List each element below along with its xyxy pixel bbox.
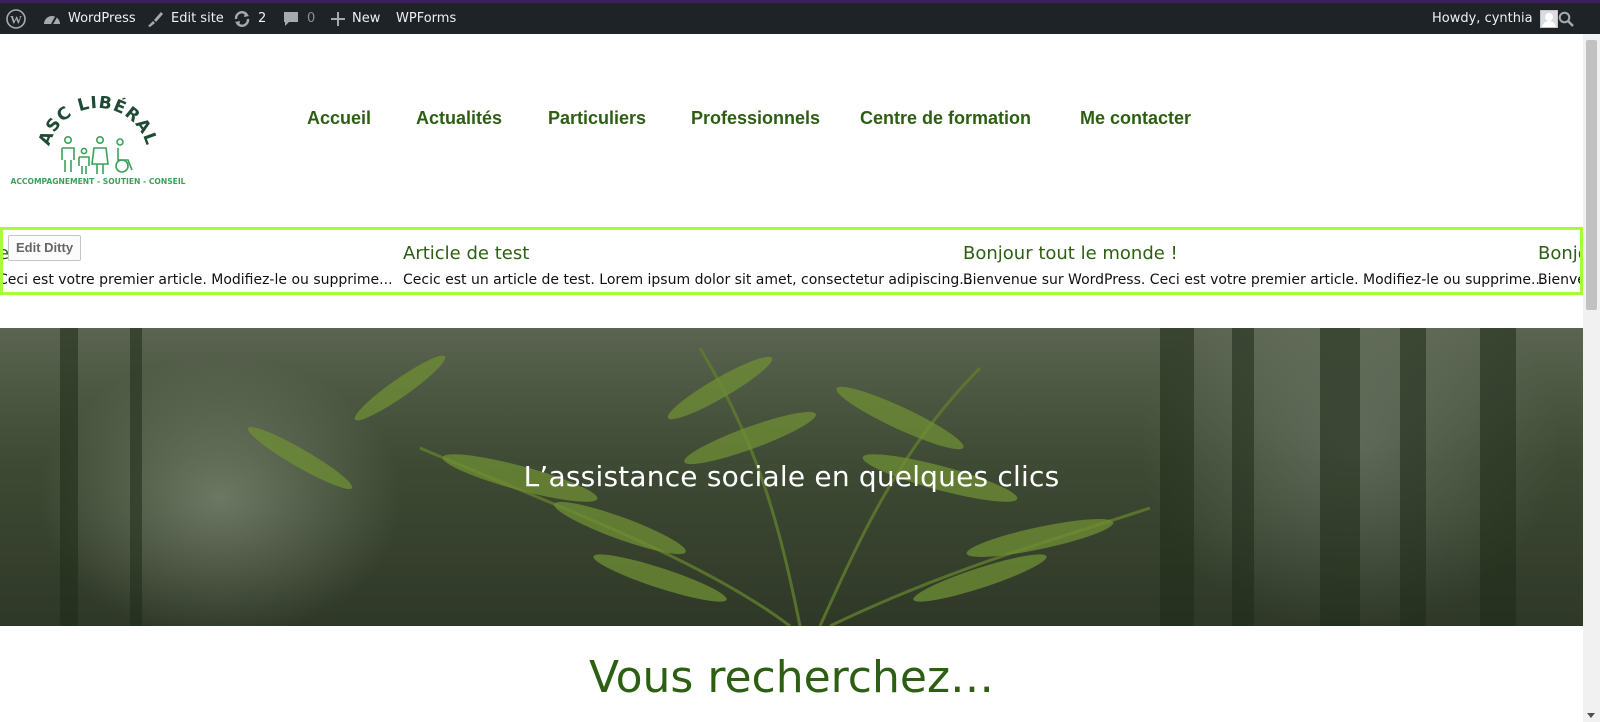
avatar — [1539, 9, 1558, 28]
ticker-item-title[interactable]: Bonjo — [1538, 243, 1580, 264]
ticker-item-excerpt: Cecic est un article de test. Lorem ipsu… — [403, 272, 973, 288]
updates-link[interactable]: 2 — [233, 3, 266, 34]
svg-text:ASC LIBÉRAL: ASC LIBÉRAL — [35, 96, 161, 148]
nav-item-actualites[interactable]: Actualités — [416, 108, 502, 129]
comments-link[interactable]: 0 — [282, 3, 315, 34]
section-title: Vous recherchez… — [588, 652, 995, 703]
new-content-link[interactable]: New — [331, 3, 380, 34]
edit-ditty-button[interactable]: Edit Ditty — [8, 235, 82, 261]
scrollbar-thumb[interactable] — [1586, 40, 1597, 310]
comments-count: 0 — [307, 11, 316, 26]
comment-icon — [282, 10, 300, 28]
wordpress-logo-icon: W — [6, 8, 26, 29]
updates-count: 2 — [258, 11, 267, 26]
wpforms-link[interactable]: WPForms — [396, 3, 456, 34]
ticker-item-excerpt: Bienvenue sur WordPress. Ceci est votre … — [963, 272, 1545, 288]
logo-tagline: ACCOMPAGNEMENT - SOUTIEN - CONSEIL — [10, 177, 185, 186]
wpforms-label: WPForms — [396, 11, 457, 26]
updates-icon — [233, 10, 251, 28]
wordpress-logo-button[interactable]: W — [6, 3, 26, 34]
nav-item-particuliers[interactable]: Particuliers — [548, 108, 646, 129]
howdy-label: Howdy, cynthia — [1432, 11, 1533, 26]
dashboard-icon — [43, 11, 61, 27]
scroll-down-arrow-icon[interactable] — [1587, 713, 1595, 718]
site-logo[interactable]: ASC LIBÉRAL ACCOMPAGNEMENT - SOUTIEN - C… — [10, 93, 186, 188]
ticker-item-excerpt: Ceci est votre premier article. Modifiez… — [0, 272, 393, 288]
admin-bar: W WordPress Edit site 2 0 New WPForms Ho — [0, 0, 1600, 34]
svg-text:W: W — [10, 12, 22, 26]
new-label: New — [352, 11, 381, 26]
nav-item-me-contacter[interactable]: Me contacter — [1080, 108, 1191, 129]
nav-item-professionnels[interactable]: Professionnels — [691, 108, 820, 129]
asc-liberal-logo: ASC LIBÉRAL ACCOMPAGNEMENT - SOUTIEN - C… — [10, 93, 185, 186]
site-name-label: WordPress — [68, 11, 136, 26]
edit-site-link[interactable]: Edit site — [146, 3, 224, 34]
ditty-ticker: Edit Ditty e ! Ceci est votre premier ar… — [0, 227, 1583, 295]
edit-site-label: Edit site — [171, 11, 224, 26]
site-name-link[interactable]: WordPress — [43, 3, 136, 34]
admin-search-button[interactable] — [1558, 3, 1574, 34]
brush-icon — [146, 10, 164, 28]
family-figures-icon — [61, 135, 133, 174]
nav-item-centre-de-formation[interactable]: Centre de formation — [860, 108, 1031, 129]
hero-title: L’assistance sociale en quelques clics — [523, 460, 1060, 493]
ticker-item-title[interactable]: Bonjour tout le monde ! — [963, 243, 1178, 264]
hero-banner: L’assistance sociale en quelques clics — [0, 328, 1583, 626]
my-account-link[interactable]: Howdy, cynthia — [1432, 3, 1558, 34]
plus-icon — [331, 11, 345, 26]
nav-item-accueil[interactable]: Accueil — [307, 108, 371, 129]
page-scrollbar[interactable] — [1583, 34, 1600, 722]
ticker-item-title[interactable]: Article de test — [403, 243, 529, 264]
logo-brand-text: ASC LIBÉRAL — [35, 93, 160, 149]
search-icon — [1558, 11, 1574, 27]
ticker-item-excerpt: Bienve — [1538, 272, 1583, 288]
